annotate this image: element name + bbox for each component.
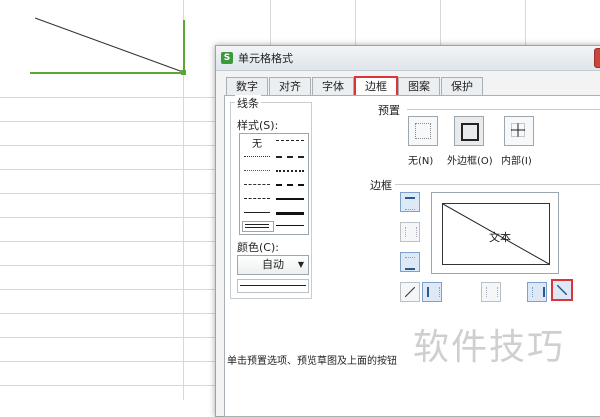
line-style-swatch xyxy=(245,224,269,225)
line-style-option[interactable] xyxy=(276,170,304,172)
line-group-title: 线条 xyxy=(235,95,261,111)
diagonal-up-icon xyxy=(405,287,415,297)
preset-none-button[interactable] xyxy=(408,116,438,146)
border-right-button[interactable] xyxy=(527,282,547,302)
border-separator xyxy=(395,184,600,185)
border-top-button[interactable] xyxy=(400,192,420,212)
line-color-label: 颜色(C): xyxy=(237,241,279,254)
border-inside-horizontal-icon xyxy=(405,227,417,237)
border-bottom-icon xyxy=(405,257,415,270)
preset-outline-icon xyxy=(461,123,479,141)
presets-separator xyxy=(407,109,600,110)
tab-border[interactable]: 边框 xyxy=(354,76,398,97)
line-style-label: 样式(S): xyxy=(237,119,279,132)
chevron-down-icon: ▼ xyxy=(297,260,304,269)
tab-protection[interactable]: 保护 xyxy=(441,77,483,95)
preset-inside-icon xyxy=(511,123,525,137)
preset-outline-label: 外边框(O) xyxy=(447,156,493,167)
line-style-swatch xyxy=(245,227,269,228)
line-style-option[interactable] xyxy=(244,198,270,199)
tab-bar: 数字 对齐 字体 边框 图案 保护 xyxy=(226,76,484,97)
presets-title: 预置 xyxy=(378,104,400,117)
diagonal-down-icon xyxy=(557,285,567,295)
border-diagonal-up-button[interactable] xyxy=(400,282,420,302)
line-style-option[interactable] xyxy=(276,156,304,158)
tab-number[interactable]: 数字 xyxy=(226,77,268,95)
preset-inside-label: 内部(I) xyxy=(501,156,532,167)
line-style-option[interactable] xyxy=(276,184,304,186)
line-style-option[interactable] xyxy=(244,184,270,185)
preview-cell: 文本 xyxy=(442,203,550,265)
line-color-select[interactable]: 自动 ▼ xyxy=(237,255,309,275)
line-style-list[interactable]: 无 xyxy=(239,133,309,235)
fill-handle[interactable] xyxy=(181,70,186,75)
line-style-option[interactable] xyxy=(276,225,304,226)
tab-alignment[interactable]: 对齐 xyxy=(269,77,311,95)
close-button[interactable]: × xyxy=(594,48,600,68)
border-bottom-button[interactable] xyxy=(400,252,420,272)
preset-outline-button[interactable] xyxy=(454,116,484,146)
preset-inside-button[interactable] xyxy=(504,116,534,146)
preset-none-icon xyxy=(415,123,431,139)
line-style-option[interactable] xyxy=(276,198,304,200)
diagonal-line xyxy=(34,17,184,73)
dialog-titlebar[interactable]: S 单元格格式 × xyxy=(216,46,600,71)
line-color-value: 自动 xyxy=(262,258,284,271)
selected-diagonal-cell[interactable] xyxy=(0,0,200,80)
border-title: 边框 xyxy=(370,179,392,192)
line-style-none[interactable]: 无 xyxy=(244,135,270,150)
border-top-icon xyxy=(405,197,415,210)
border-inside-vertical-button[interactable] xyxy=(481,282,501,302)
instruction-hint: 单击预置选项、预览草图及上面的按钮 xyxy=(227,356,397,367)
line-style-option[interactable] xyxy=(276,212,304,215)
border-preview[interactable]: 文本 xyxy=(431,192,559,274)
line-group: 线条 样式(S): 无 颜色(C): 自动 ▼ xyxy=(230,95,312,299)
border-diagonal-down-button[interactable] xyxy=(551,279,573,301)
line-sample-preview xyxy=(237,279,309,293)
border-right-icon xyxy=(532,287,545,297)
line-style-option[interactable] xyxy=(244,156,270,157)
border-inside-vertical-icon xyxy=(486,287,498,297)
tab-pattern[interactable]: 图案 xyxy=(398,77,440,95)
watermark: 软件技巧 xyxy=(413,327,566,368)
app-logo-icon: S xyxy=(221,52,233,64)
preview-text: 文本 xyxy=(489,231,511,244)
border-left-icon xyxy=(427,287,440,297)
border-inside-horizontal-button[interactable] xyxy=(400,222,420,242)
preset-none-label: 无(N) xyxy=(408,156,434,167)
line-style-option[interactable] xyxy=(244,170,270,171)
dialog-title: 单元格格式 xyxy=(238,52,293,65)
line-style-option[interactable] xyxy=(244,212,270,213)
line-style-option[interactable] xyxy=(276,140,304,141)
tab-font[interactable]: 字体 xyxy=(312,77,354,95)
border-left-button[interactable] xyxy=(422,282,442,302)
